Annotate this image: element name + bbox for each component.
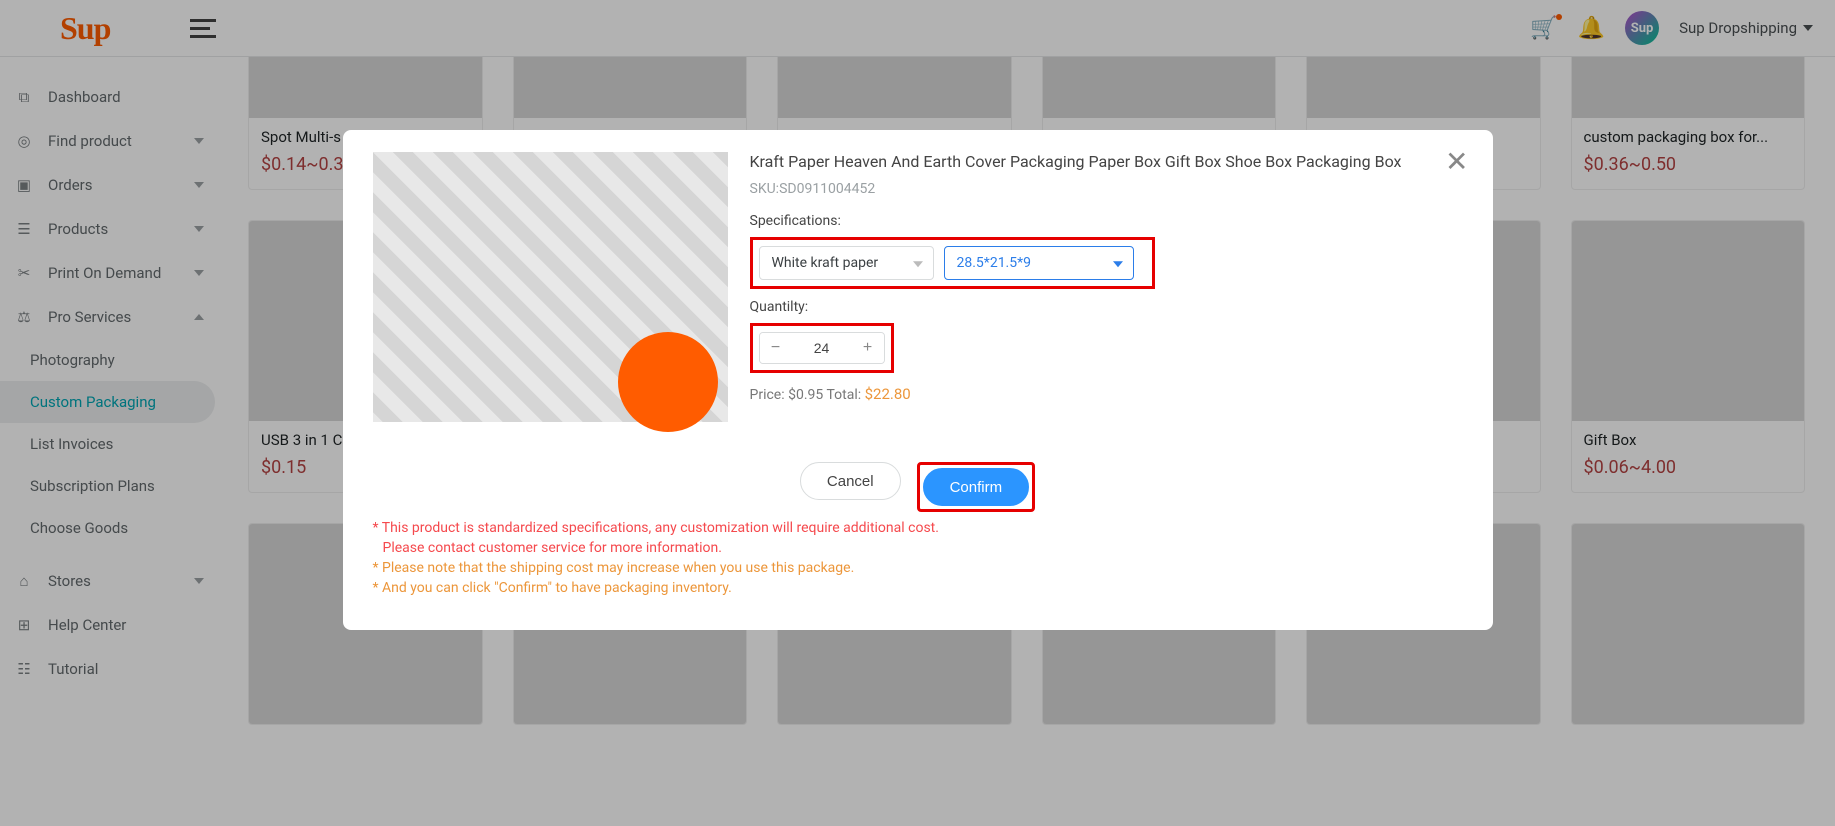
confirm-button[interactable]: Confirm — [923, 468, 1030, 506]
note-line: * This product is standardized specifica… — [373, 520, 1463, 536]
spec-material-select[interactable]: White kraft paper — [759, 246, 934, 280]
modal-title: Kraft Paper Heaven And Earth Cover Packa… — [750, 152, 1463, 171]
modal-actions: Cancel Confirm — [373, 462, 1463, 512]
close-icon[interactable]: ✕ — [1445, 148, 1468, 176]
cancel-button[interactable]: Cancel — [800, 462, 901, 500]
modal-overlay: ✕ Kraft Paper Heaven And Earth Cover Pac… — [0, 0, 1835, 826]
qty-decrease-button[interactable]: − — [760, 333, 792, 363]
modal-notes: * This product is standardized specifica… — [373, 520, 1463, 596]
modal-sku: SKU:SD0911004452 — [750, 181, 1463, 197]
qty-increase-button[interactable]: + — [852, 333, 884, 363]
modal-product-image — [373, 152, 728, 422]
note-line: * Please note that the shipping cost may… — [373, 560, 1463, 576]
price-line: Price: $0.95 Total: $22.80 — [750, 385, 1463, 403]
product-modal: ✕ Kraft Paper Heaven And Earth Cover Pac… — [343, 130, 1493, 630]
quantity-label: Quantilty: — [750, 299, 1463, 315]
select-value: White kraft paper — [772, 255, 879, 271]
specifications-highlight: White kraft paper 28.5*21.5*9 — [750, 237, 1155, 289]
select-value: 28.5*21.5*9 — [957, 255, 1032, 271]
specifications-label: Specifications: — [750, 213, 1463, 229]
qty-input[interactable] — [792, 333, 852, 363]
confirm-highlight: Confirm — [917, 462, 1036, 512]
spec-size-select[interactable]: 28.5*21.5*9 — [944, 246, 1134, 280]
quantity-stepper: − + — [759, 332, 885, 364]
note-line: * And you can click "Confirm" to have pa… — [373, 580, 1463, 596]
note-line: Please contact customer service for more… — [373, 540, 1463, 556]
quantity-highlight: − + — [750, 323, 894, 373]
